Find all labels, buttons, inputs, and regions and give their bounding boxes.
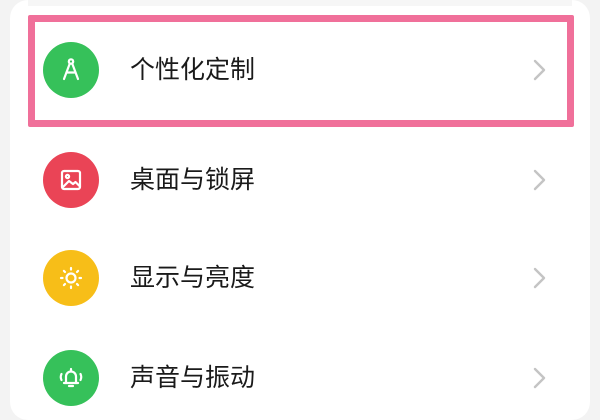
chevron-right-icon [533,169,546,191]
compass-icon [43,42,99,98]
settings-item-sound-vibration[interactable]: 声音与振动 [10,328,590,420]
settings-item-label: 声音与振动 [130,363,256,392]
bell-vibrate-icon [43,350,99,406]
settings-item-label: 个性化定制 [130,55,256,84]
sun-icon [43,250,99,306]
settings-page: 个性化定制 桌面与锁屏 显示与亮度 声音与振动 [0,0,600,420]
chevron-right-icon [533,367,546,389]
settings-item-display-brightness[interactable]: 显示与亮度 [10,228,590,328]
picture-icon [43,152,99,208]
top-divider [28,0,572,6]
chevron-right-icon [533,59,546,81]
settings-item-label: 显示与亮度 [130,263,256,292]
settings-item-label: 桌面与锁屏 [130,165,256,194]
settings-item-personalization[interactable]: 个性化定制 [10,20,590,120]
settings-item-desktop-lockscreen[interactable]: 桌面与锁屏 [10,130,590,230]
chevron-right-icon [533,267,546,289]
